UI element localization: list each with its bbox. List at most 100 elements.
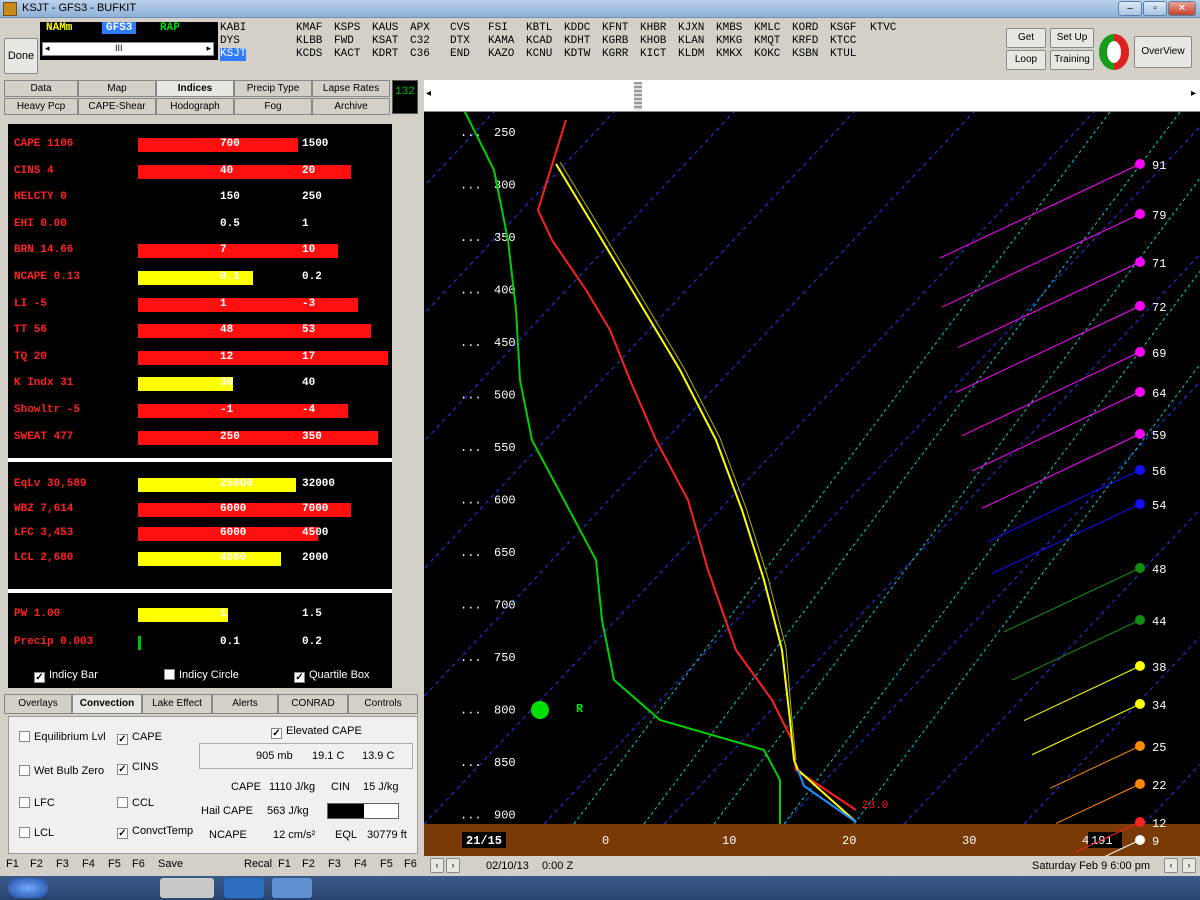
tab-precip-type[interactable]: Precip Type xyxy=(234,80,312,97)
training-button[interactable]: Training xyxy=(1050,50,1094,70)
scroll-left-arrow-icon[interactable]: ◂ xyxy=(45,43,50,54)
model-rap[interactable]: RAP xyxy=(160,22,180,34)
station-item[interactable]: KSGF xyxy=(830,22,856,35)
station-item[interactable]: KAUS xyxy=(372,22,398,35)
station-item[interactable]: KLAN xyxy=(678,35,704,48)
station-item[interactable]: KJXN xyxy=(678,22,704,35)
station-item[interactable]: KDDC xyxy=(564,22,590,35)
f5-key[interactable]: F5 xyxy=(108,858,121,870)
station-item-selected[interactable]: KSJT xyxy=(220,48,247,61)
station-item[interactable]: DYS xyxy=(220,35,246,48)
station-item[interactable]: KMBS xyxy=(716,22,742,35)
tab-fog[interactable]: Fog xyxy=(234,98,312,115)
station-item[interactable]: KGRR xyxy=(602,48,628,61)
station-item[interactable]: KDTW xyxy=(564,48,590,61)
checkbox-checked-icon[interactable]: ✓ xyxy=(294,672,305,683)
f1-key[interactable]: F1 xyxy=(6,858,19,870)
time-scroll-thumb[interactable] xyxy=(634,82,642,110)
tab-data[interactable]: Data xyxy=(4,80,78,97)
station-item[interactable]: KCNU xyxy=(526,48,552,61)
taskbar-app[interactable] xyxy=(224,878,264,898)
checkbox-checked-icon[interactable]: ✓ xyxy=(117,764,128,775)
equilibrium-lvl-checkbox[interactable]: Equilibrium Lvl xyxy=(19,731,106,743)
tab-conrad[interactable]: CONRAD xyxy=(278,694,348,714)
scroll-thumb[interactable]: III xyxy=(115,43,123,53)
station-item[interactable]: KORD xyxy=(792,22,818,35)
tab-overlays[interactable]: Overlays xyxy=(4,694,72,714)
checkbox-unchecked-icon[interactable] xyxy=(19,827,30,838)
station-item[interactable]: KSBN xyxy=(792,48,818,61)
checkbox-unchecked-icon[interactable] xyxy=(19,765,30,776)
loop-button[interactable]: Loop xyxy=(1006,50,1046,70)
tab-convection[interactable]: Convection xyxy=(72,694,142,714)
station-item[interactable]: KAMA xyxy=(488,35,514,48)
station-item[interactable]: CVS xyxy=(450,22,470,35)
done-button[interactable]: Done xyxy=(4,38,38,74)
checkbox-unchecked-icon[interactable] xyxy=(117,797,128,808)
time-scrollbar[interactable]: ◂ ▸ xyxy=(424,80,1200,112)
close-button[interactable]: ✕ xyxy=(1168,1,1196,16)
model-scrollbar[interactable]: ◂ III ▸ xyxy=(42,42,214,56)
tab-lake-effect[interactable]: Lake Effect xyxy=(142,694,212,714)
station-item[interactable]: KHOB xyxy=(640,35,666,48)
checkbox-unchecked-icon[interactable] xyxy=(164,669,175,680)
model-gfs3[interactable]: GFS3 xyxy=(102,22,137,34)
convtemp-checkbox[interactable]: ✓ ConvctTemp xyxy=(117,825,193,839)
scroll-right-arrow-icon[interactable]: ▸ xyxy=(206,43,211,54)
overview-button[interactable]: OverView xyxy=(1134,36,1192,68)
station-item[interactable]: KMLC xyxy=(754,22,780,35)
station-item[interactable]: KICT xyxy=(640,48,666,61)
station-item[interactable]: KFNT xyxy=(602,22,628,35)
elevated-cape-checkbox[interactable]: ✓ Elevated CAPE xyxy=(271,725,362,739)
f6-key[interactable]: F6 xyxy=(132,858,145,870)
station-item[interactable]: KBTL xyxy=(526,22,552,35)
cins-checkbox[interactable]: ✓ CINS xyxy=(117,761,158,775)
station-item[interactable]: KDRT xyxy=(372,48,398,61)
tab-controls[interactable]: Controls xyxy=(348,694,418,714)
quartile-box-checkbox[interactable]: ✓ Quartile Box xyxy=(294,669,370,683)
checkbox-checked-icon[interactable]: ✓ xyxy=(117,734,128,745)
f2-key[interactable]: F2 xyxy=(30,858,43,870)
station-item[interactable]: KMKX xyxy=(716,48,742,61)
ccl-checkbox[interactable]: CCL xyxy=(117,797,154,809)
tab-heavy-pcp[interactable]: Heavy Pcp xyxy=(4,98,78,115)
tab-hodograph[interactable]: Hodograph xyxy=(156,98,234,115)
station-item[interactable]: C36 xyxy=(410,48,430,61)
station-item[interactable]: KMKG xyxy=(716,35,742,48)
station-item[interactable]: KAZO xyxy=(488,48,514,61)
save-button[interactable]: Save xyxy=(158,858,183,870)
prev-station-icon[interactable]: ‹ xyxy=(1164,858,1178,873)
taskbar-app[interactable] xyxy=(160,878,214,898)
tab-map[interactable]: Map xyxy=(78,80,156,97)
station-item[interactable]: FWD xyxy=(334,35,360,48)
taskbar-app[interactable] xyxy=(272,878,312,898)
tab-alerts[interactable]: Alerts xyxy=(212,694,278,714)
checkbox-checked-icon[interactable]: ✓ xyxy=(271,728,282,739)
station-item[interactable]: KSPS xyxy=(334,22,360,35)
tab-archive[interactable]: Archive xyxy=(312,98,390,115)
station-item[interactable]: KDHT xyxy=(564,35,590,48)
lcl-checkbox[interactable]: LCL xyxy=(19,827,54,839)
station-item[interactable]: APX xyxy=(410,22,430,35)
f3-key[interactable]: F3 xyxy=(328,858,341,870)
station-item[interactable]: KLBB xyxy=(296,35,322,48)
station-item[interactable]: FSI xyxy=(488,22,514,35)
tab-lapse-rates[interactable]: Lapse Rates xyxy=(312,80,390,97)
station-item[interactable]: KTCC xyxy=(830,35,856,48)
station-item[interactable]: KHBR xyxy=(640,22,666,35)
f4-key[interactable]: F4 xyxy=(82,858,95,870)
next-time-icon[interactable]: › xyxy=(446,858,460,873)
station-item[interactable]: KRFD xyxy=(792,35,818,48)
station-item[interactable]: KCDS xyxy=(296,48,322,61)
tab-indices[interactable]: Indices xyxy=(156,80,234,97)
station-item[interactable]: C32 xyxy=(410,35,430,48)
checkbox-checked-icon[interactable]: ✓ xyxy=(117,828,128,839)
checkbox-unchecked-icon[interactable] xyxy=(19,797,30,808)
start-button[interactable] xyxy=(8,878,48,898)
f1-key[interactable]: F1 xyxy=(278,858,291,870)
recal-button[interactable]: Recal xyxy=(244,858,272,870)
minimize-button[interactable]: – xyxy=(1118,1,1142,16)
station-item[interactable]: KSAT xyxy=(372,35,398,48)
checkbox-checked-icon[interactable]: ✓ xyxy=(34,672,45,683)
next-station-icon[interactable]: › xyxy=(1182,858,1196,873)
